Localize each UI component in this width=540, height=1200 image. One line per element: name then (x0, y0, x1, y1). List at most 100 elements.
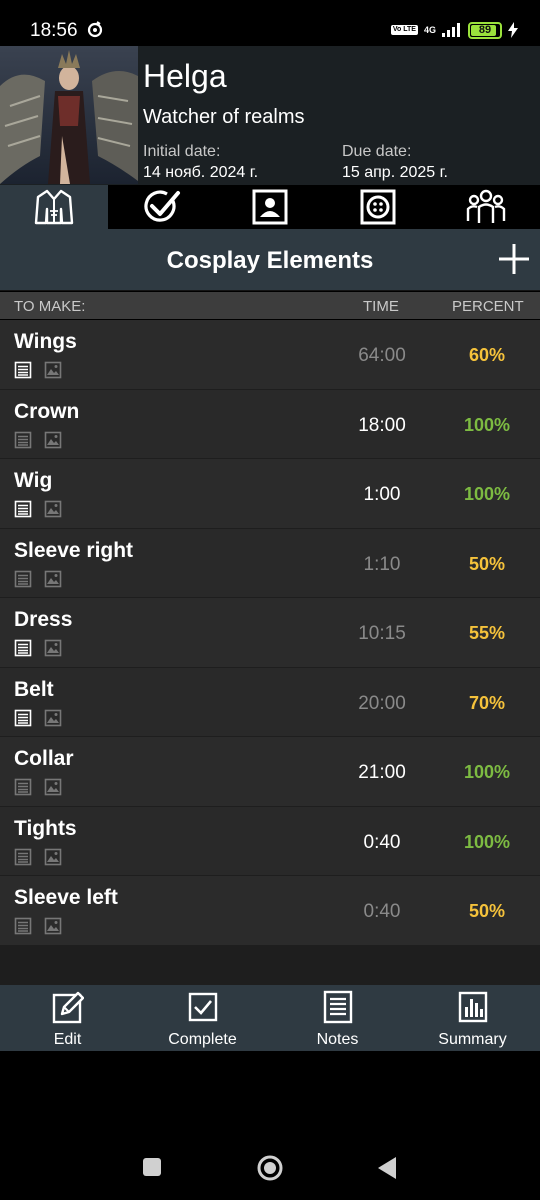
tab-tasks[interactable] (108, 185, 216, 229)
checkbox-icon (188, 992, 217, 1022)
image-icon[interactable] (44, 917, 62, 935)
element-time: 20:00 (358, 692, 406, 714)
initial-date-value: 14 нояб. 2024 г. (143, 164, 259, 181)
image-icon[interactable] (44, 431, 62, 449)
element-time: 10:15 (358, 623, 406, 644)
element-percent: 100% (463, 831, 511, 852)
character-avatar[interactable] (0, 46, 138, 184)
status-bar: 18:56 Vo LTE 4G 89 (0, 0, 540, 46)
notes-label: Notes (316, 1031, 359, 1048)
character-source: Watcher of realms (143, 106, 305, 128)
image-icon[interactable] (44, 639, 62, 657)
battery-percent: 89 (478, 24, 492, 36)
element-name: Crown (14, 399, 80, 423)
character-portrait-icon (252, 189, 288, 225)
project-header: Helga Watcher of realms Initial date: 14… (0, 46, 540, 185)
element-attachments (14, 778, 62, 796)
image-icon[interactable] (44, 848, 62, 866)
element-time: 18:00 (358, 414, 406, 436)
notes-icon[interactable] (14, 639, 32, 657)
column-percent: PERCENT (452, 298, 524, 315)
element-attachments (14, 917, 62, 935)
section-title: Cosplay Elements (166, 247, 374, 274)
notes-icon[interactable] (14, 848, 32, 866)
element-percent: 100% (463, 484, 511, 504)
notes-icon[interactable] (14, 570, 32, 588)
summary-button[interactable]: Summary (405, 985, 540, 1051)
status-indicators: Vo LTE 4G 89 (390, 20, 518, 40)
section-title-bar: Cosplay Elements (0, 229, 540, 291)
complete-button[interactable]: Complete (135, 985, 270, 1051)
element-time: 1:00 (363, 484, 401, 505)
element-row[interactable]: Dress 10:15 55% (0, 598, 540, 668)
image-icon[interactable] (44, 709, 62, 727)
element-time: 0:40 (363, 831, 401, 853)
tab-elements[interactable] (0, 185, 108, 229)
element-percent: 55% (468, 623, 506, 643)
element-row[interactable]: Crown 18:00 100% (0, 389, 540, 459)
complete-label: Complete (168, 1031, 237, 1048)
notes-icon[interactable] (14, 709, 32, 727)
button-icon (360, 189, 396, 225)
initial-date-label: Initial date: (143, 143, 221, 160)
element-row[interactable]: Wings 64:00 60% (0, 320, 540, 390)
recents-icon[interactable] (142, 1157, 162, 1177)
image-icon[interactable] (44, 570, 62, 588)
costume-icon (34, 189, 74, 225)
element-name: Wig (14, 469, 53, 492)
element-name: Sleeve left (14, 886, 118, 909)
element-attachments (14, 431, 62, 449)
due-date-value: 15 апр. 2025 г. (342, 164, 448, 181)
column-to-make: TO MAKE: (14, 298, 86, 315)
element-name: Tights (14, 816, 77, 840)
edit-button[interactable]: Edit (0, 985, 135, 1051)
tab-reference[interactable] (216, 185, 324, 229)
element-time: 21:00 (358, 762, 406, 783)
element-attachments (14, 361, 62, 379)
notes-icon[interactable] (14, 917, 32, 935)
notification-app-icon (87, 21, 103, 38)
home-icon[interactable] (256, 1154, 284, 1182)
element-attachments (14, 709, 62, 727)
notes-button[interactable]: Notes (270, 985, 405, 1051)
image-icon[interactable] (44, 361, 62, 379)
notes-icon[interactable] (14, 778, 32, 796)
image-icon[interactable] (44, 500, 62, 518)
elements-list: Wings 64:00 60% Crown 18:00 100% Wig 1:00 … (0, 320, 540, 946)
list-empty-area (0, 946, 540, 985)
element-name: Wings (14, 330, 77, 353)
network-type: 4G (423, 25, 436, 35)
plus-icon[interactable] (496, 241, 532, 277)
back-icon[interactable] (376, 1155, 398, 1181)
element-row[interactable]: Tights 0:40 100% (0, 806, 540, 876)
column-header: TO MAKE: TIME PERCENT (0, 292, 540, 319)
summary-label: Summary (438, 1031, 507, 1048)
edit-label: Edit (53, 1031, 82, 1048)
battery-icon: 89 (468, 21, 502, 39)
signal-icon (442, 23, 460, 37)
tab-team[interactable] (432, 185, 540, 229)
element-row[interactable]: Sleeve right 1:10 50% (0, 528, 540, 598)
element-percent: 50% (468, 553, 506, 574)
element-row[interactable]: Collar 21:00 100% (0, 737, 540, 807)
element-attachments (14, 639, 62, 657)
column-time: TIME (363, 298, 399, 315)
group-icon (466, 189, 506, 223)
notes-icon[interactable] (14, 500, 32, 518)
element-row[interactable]: Wig 1:00 100% (0, 459, 540, 529)
element-row[interactable]: Sleeve left 0:40 50% (0, 876, 540, 946)
notes-icon[interactable] (14, 361, 32, 379)
notes-icon[interactable] (14, 431, 32, 449)
element-percent: 50% (468, 901, 506, 921)
edit-icon (52, 991, 84, 1024)
element-percent: 60% (468, 345, 506, 365)
checkmark-icon (144, 190, 180, 222)
element-percent: 70% (468, 692, 506, 713)
element-row[interactable]: Belt 20:00 70% (0, 667, 540, 737)
tab-materials[interactable] (324, 185, 432, 229)
element-percent: 100% (463, 762, 511, 782)
bottom-action-bar: Edit Complete Notes Summary (0, 985, 540, 1051)
image-icon[interactable] (44, 778, 62, 796)
element-time: 1:10 (363, 553, 401, 575)
status-time: 18:56 (30, 20, 78, 41)
